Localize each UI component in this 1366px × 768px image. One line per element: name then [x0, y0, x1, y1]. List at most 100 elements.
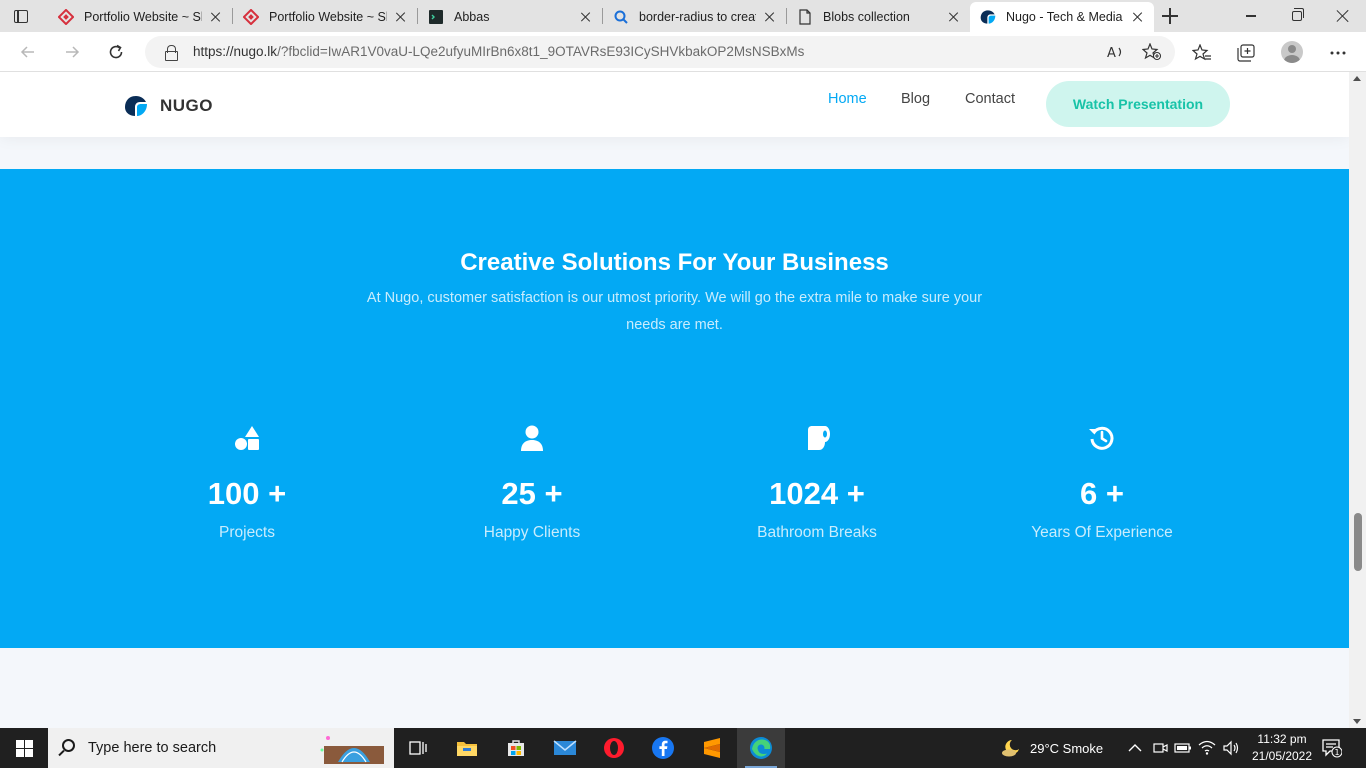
browser-tab-active[interactable]: Nugo - Tech & Media	[970, 2, 1154, 32]
task-view-icon	[409, 741, 427, 755]
facebook-icon	[652, 737, 674, 759]
stats-section: Creative Solutions For Your Business At …	[0, 169, 1349, 648]
url-query: /?fbclid=IwAR1V0vaU-LQe2ufyuMIrBn6x8t1_9…	[277, 44, 805, 59]
window-close-button[interactable]	[1320, 0, 1366, 32]
edge-button[interactable]	[737, 728, 785, 768]
browser-tab-strip: Portfolio Website ~ Sh Portfolio Website…	[0, 0, 1366, 32]
stat-value: 25 +	[501, 476, 563, 511]
wifi-icon[interactable]	[1198, 740, 1216, 756]
shapes-icon	[235, 426, 259, 450]
tab-title: Blobs collection	[823, 10, 910, 24]
scrollbar-thumb[interactable]	[1354, 513, 1362, 571]
nugo-logo-icon	[125, 96, 147, 116]
search-icon	[62, 739, 75, 752]
minimize-button[interactable]	[1228, 0, 1274, 32]
section-subtitle: At Nugo, customer satisfaction is our ut…	[366, 290, 983, 333]
folder-icon	[457, 742, 477, 756]
shopify-diamond-icon	[243, 9, 259, 25]
forward-button[interactable]	[58, 38, 86, 66]
sublime-text-button[interactable]	[688, 728, 736, 768]
tab-close-icon[interactable]	[578, 9, 594, 25]
opera-button[interactable]	[590, 728, 638, 768]
stat-item-clients: 25 + Happy Clients	[412, 424, 652, 542]
windows-logo-icon	[15, 739, 33, 757]
tab-title: Portfolio Website ~ Sh	[269, 10, 387, 24]
battery-icon[interactable]	[1174, 742, 1192, 754]
read-aloud-icon[interactable]: A	[1105, 41, 1127, 63]
sublime-text-icon	[704, 738, 720, 758]
chevron-up-icon[interactable]	[1128, 743, 1142, 753]
windows-taskbar: Type here to search 29°C Smoke 11:32 pm …	[0, 728, 1366, 768]
site-logo[interactable]: NUGO	[124, 95, 213, 117]
restore-button[interactable]	[1274, 0, 1320, 32]
stat-label: Happy Clients	[483, 524, 581, 541]
scroll-down-arrow-icon[interactable]	[1353, 719, 1361, 724]
stat-value: 1024 +	[769, 476, 865, 511]
weather-text: 29°C Smoke	[1030, 740, 1104, 756]
new-tab-icon[interactable]	[1161, 7, 1179, 25]
browser-tab[interactable]: Blobs collection	[787, 2, 970, 32]
add-favorite-icon[interactable]	[1141, 41, 1163, 63]
facebook-button[interactable]	[639, 728, 687, 768]
volume-icon[interactable]	[1222, 740, 1240, 756]
tab-title: Abbas	[454, 10, 490, 24]
taskbar-clock[interactable]: 11:32 pm 21/05/2022	[1244, 731, 1320, 765]
stat-label: Years Of Experience	[1031, 524, 1173, 541]
lock-icon	[165, 45, 178, 61]
notification-center-button[interactable]: 1	[1322, 738, 1343, 758]
svg-text:A: A	[1107, 46, 1116, 60]
tab-title: Portfolio Website ~ Sh	[84, 10, 202, 24]
address-bar[interactable]: https://nugo.lk/?fbclid=IwAR1V0vaU-LQe2u…	[145, 36, 1175, 68]
nav-link-blog[interactable]: Blog	[901, 91, 930, 107]
arrow-right-icon	[66, 46, 80, 58]
arrow-left-icon	[20, 46, 34, 58]
browser-tab[interactable]: Portfolio Website ~ Sh	[48, 2, 232, 32]
microsoft-store-button[interactable]	[492, 728, 540, 768]
search-highlight-illustration-icon	[320, 736, 384, 764]
stat-item-projects: 100 + Projects	[127, 424, 367, 542]
search-icon	[613, 9, 629, 25]
minimize-icon	[1246, 15, 1256, 17]
browser-tab[interactable]: Portfolio Website ~ Sh	[233, 2, 417, 32]
stat-label: Bathroom Breaks	[757, 524, 877, 541]
tab-actions-icon	[14, 9, 28, 23]
back-button[interactable]	[14, 38, 42, 66]
document-icon	[797, 9, 813, 25]
more-menu-icon[interactable]	[1327, 42, 1349, 64]
meet-now-icon[interactable]	[1152, 740, 1168, 756]
nav-link-contact[interactable]: Contact	[965, 91, 1015, 107]
tab-close-icon[interactable]	[393, 9, 409, 25]
search-placeholder: Type here to search	[88, 740, 217, 756]
profile-avatar[interactable]	[1281, 41, 1303, 63]
task-view-button[interactable]	[394, 728, 442, 768]
moon-cloud-icon	[1002, 740, 1019, 757]
nav-link-home[interactable]: Home	[828, 91, 867, 107]
browser-toolbar: https://nugo.lk/?fbclid=IwAR1V0vaU-LQe2u…	[0, 32, 1366, 72]
url-text[interactable]: https://nugo.lk/?fbclid=IwAR1V0vaU-LQe2u…	[193, 44, 804, 59]
opera-icon	[604, 738, 624, 758]
notification-badge: 1	[1334, 748, 1339, 757]
page-scrollbar[interactable]	[1349, 72, 1366, 728]
tab-title: Nugo - Tech & Media	[1006, 10, 1123, 24]
favorites-icon[interactable]	[1191, 42, 1213, 64]
clock-time: 11:32 pm	[1257, 732, 1307, 746]
file-explorer-button[interactable]	[443, 728, 491, 768]
tab-close-icon[interactable]	[946, 9, 962, 25]
refresh-button[interactable]	[102, 38, 130, 66]
mail-button[interactable]	[541, 728, 589, 768]
tab-close-icon[interactable]	[208, 9, 224, 25]
page-viewport: NUGO Home Blog Contact Watch Presentatio…	[0, 72, 1349, 728]
taskbar-search-box[interactable]: Type here to search	[48, 728, 394, 768]
start-button[interactable]	[0, 728, 48, 768]
tab-close-icon[interactable]	[1130, 9, 1146, 25]
tab-close-icon[interactable]	[762, 9, 778, 25]
tab-actions-button[interactable]	[10, 6, 32, 26]
scroll-up-arrow-icon[interactable]	[1353, 76, 1361, 81]
shopify-diamond-icon	[58, 9, 74, 25]
browser-tab[interactable]: border-radius to creat	[603, 2, 786, 32]
browser-tab[interactable]: Abbas	[418, 2, 602, 32]
store-icon	[508, 740, 524, 756]
collections-icon[interactable]	[1235, 42, 1257, 64]
watch-presentation-button[interactable]: Watch Presentation	[1046, 81, 1230, 127]
weather-widget[interactable]: 29°C Smoke	[1000, 728, 1103, 768]
